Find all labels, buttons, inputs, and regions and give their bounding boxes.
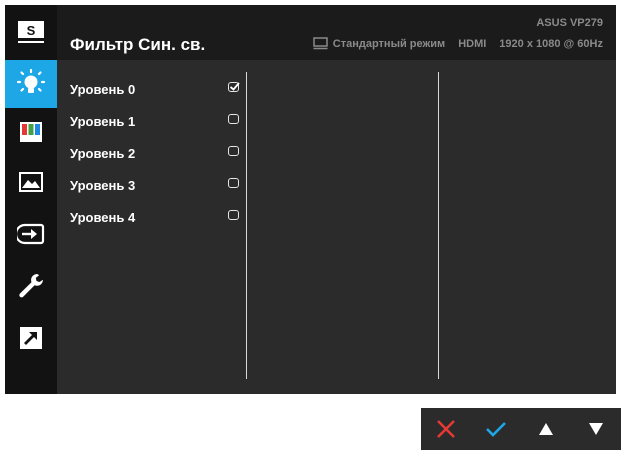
shortcut-icon [20,327,42,349]
monitor-icon [313,37,328,50]
sidebar-item-system-setup[interactable] [5,262,57,310]
confirm-icon [486,422,506,437]
column-divider [438,72,439,379]
sidebar-item-blue-light-filter[interactable] [5,60,57,108]
level-option-0[interactable]: Уровень 0 [70,79,250,99]
up-button[interactable] [521,408,571,450]
close-icon [437,420,455,438]
input-label: HDMI [458,37,487,50]
splendid-label: S [27,23,36,38]
page-title: Фильтр Син. св. [70,35,206,54]
level-option-1[interactable]: Уровень 1 [70,111,250,131]
level-label: Уровень 2 [70,145,136,161]
check-icon [229,82,240,91]
checkbox-checked[interactable] [228,82,240,92]
sidebar-item-splendid[interactable]: S [5,8,57,56]
sidebar-item-shortcut[interactable] [5,314,57,362]
sidebar: S [5,5,57,394]
osd-menu: S Фильтр Син. св. ASUS VP279 Стандартный… [5,5,616,394]
color-bars-icon [20,122,42,142]
down-button[interactable] [571,408,621,450]
input-icon [17,223,45,245]
checkbox[interactable] [228,114,239,124]
splendid-icon: S [18,21,44,43]
close-button[interactable] [421,408,471,450]
control-bar [421,408,621,450]
header: Фильтр Син. св. ASUS VP279 Стандартный р… [57,5,616,60]
resolution-label: 1920 x 1080 @ 60Hz [499,37,603,50]
checkbox[interactable] [228,146,239,156]
mode-label: Стандартный режим [332,37,446,50]
level-label: Уровень 4 [70,209,136,225]
checkbox[interactable] [228,210,239,220]
level-label: Уровень 1 [70,113,136,129]
checkbox[interactable] [228,178,239,188]
level-label: Уровень 0 [70,81,136,97]
sidebar-item-color[interactable] [5,108,57,156]
level-option-4[interactable]: Уровень 4 [70,207,250,227]
up-arrow-icon [539,423,553,435]
status-bar: Стандартный режим HDMI 1920 x 1080 @ 60H… [313,37,603,50]
bulb-icon [16,68,46,93]
level-option-3[interactable]: Уровень 3 [70,175,250,195]
confirm-button[interactable] [471,408,521,450]
level-option-2[interactable]: Уровень 2 [70,143,250,163]
model-name: ASUS VP279 [536,17,603,29]
image-icon [19,172,43,192]
down-arrow-icon [589,423,603,435]
sidebar-item-input-select[interactable] [5,210,57,258]
level-label: Уровень 3 [70,177,136,193]
wrench-icon [19,274,43,298]
sidebar-item-image[interactable] [5,158,57,206]
